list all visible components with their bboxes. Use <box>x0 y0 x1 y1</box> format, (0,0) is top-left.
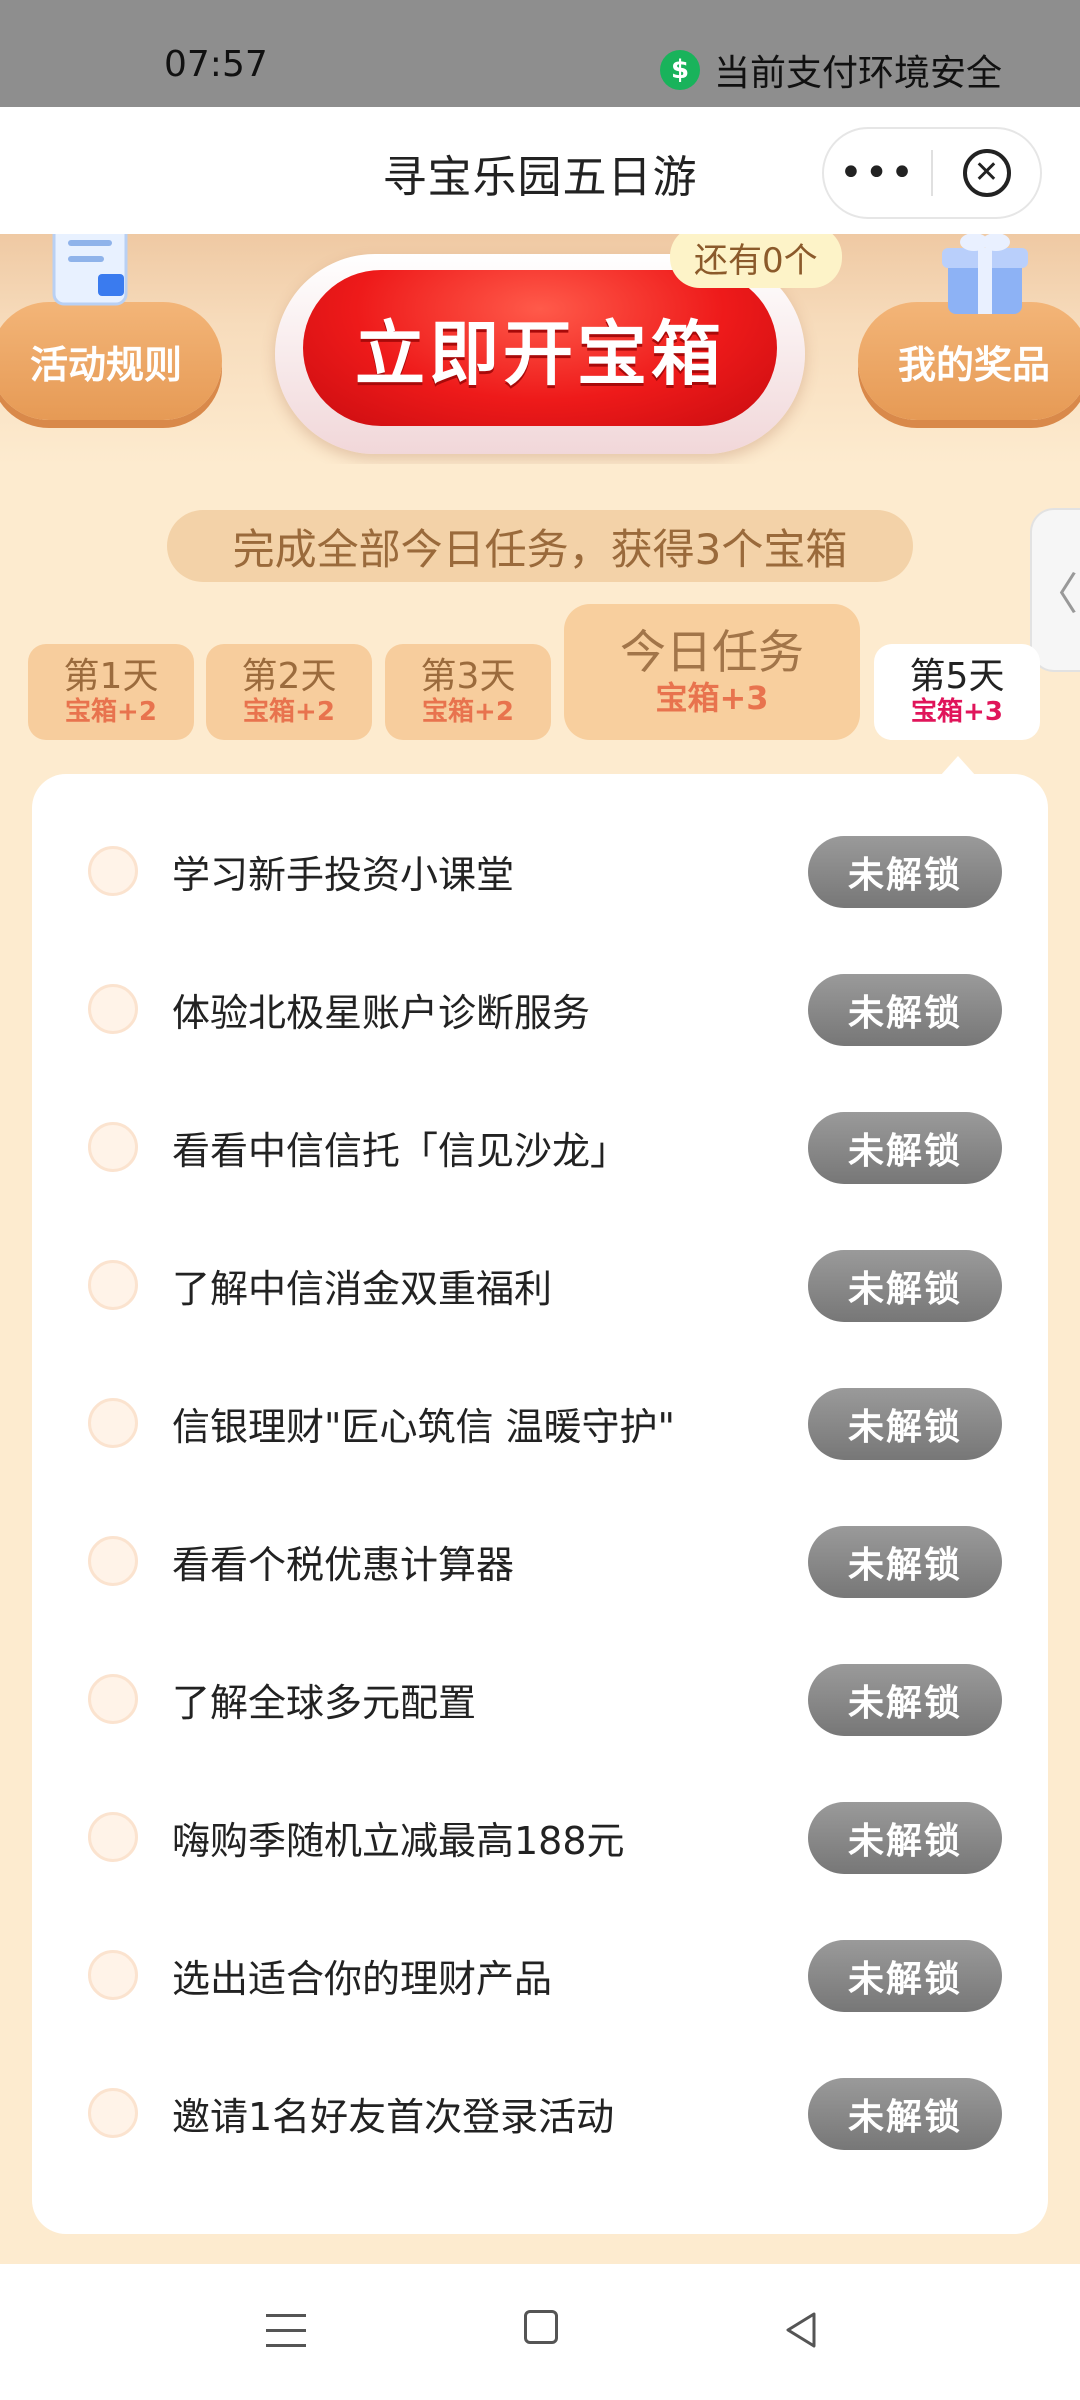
tab-day-5[interactable]: 第5天 宝箱+3 <box>874 644 1040 740</box>
mini-program-capsule: ••• ✕ <box>822 127 1042 219</box>
more-options-icon[interactable]: ••• <box>824 129 931 217</box>
task-status-circle <box>88 1812 138 1862</box>
task-row: 了解全球多元配置 未解锁 <box>32 1632 1048 1770</box>
task-title: 体验北极星账户诊断服务 <box>172 991 591 1035</box>
task-row: 嗨购季随机立减最高188元 未解锁 <box>32 1770 1048 1908</box>
task-locked-button[interactable]: 未解锁 <box>808 1664 1002 1736</box>
remaining-chests-badge: 还有0个 <box>670 234 842 288</box>
task-locked-button[interactable]: 未解锁 <box>808 1250 1002 1322</box>
task-row: 了解中信消金双重福利 未解锁 <box>32 1218 1048 1356</box>
status-bar: 07:57 $ 当前支付环境安全 <box>0 0 1080 107</box>
activity-rules-label: 活动规则 <box>29 342 182 387</box>
task-row: 选出适合你的理财产品 未解锁 <box>32 1908 1048 2046</box>
selected-tab-pointer <box>940 756 976 776</box>
status-time: 07:57 <box>164 44 268 85</box>
tab-day-2[interactable]: 第2天 宝箱+2 <box>206 644 372 740</box>
task-locked-button[interactable]: 未解锁 <box>808 1802 1002 1874</box>
task-locked-button[interactable]: 未解锁 <box>808 1526 1002 1598</box>
task-status-circle <box>88 1950 138 2000</box>
task-title: 嗨购季随机立减最高188元 <box>172 1819 625 1863</box>
tab-today-tasks[interactable]: 今日任务 宝箱+3 <box>564 604 860 740</box>
task-row: 体验北极星账户诊断服务 未解锁 <box>32 942 1048 1080</box>
task-locked-button[interactable]: 未解锁 <box>808 1940 1002 2012</box>
task-title: 信银理财"匠心筑信 温暖守护" <box>172 1405 676 1449</box>
daily-goal-banner: 完成全部今日任务，获得3个宝箱 <box>167 510 913 582</box>
task-title: 了解全球多元配置 <box>172 1681 477 1725</box>
security-shield-icon: $ <box>659 50 700 90</box>
tab-day-1[interactable]: 第1天 宝箱+2 <box>28 644 194 740</box>
task-status-circle <box>88 1536 138 1586</box>
tab-day-3[interactable]: 第3天 宝箱+2 <box>385 644 551 740</box>
hero-banner: 活动规则 立即开宝箱 还有0个 我的奖品 <box>0 234 1080 464</box>
task-status-circle <box>88 1260 138 1310</box>
chevron-left-icon: 〈 <box>1034 569 1078 620</box>
task-row: 看看个税优惠计算器 未解锁 <box>32 1494 1048 1632</box>
task-title: 选出适合你的理财产品 <box>172 1957 553 2001</box>
day-tab-name: 第1天 <box>63 655 159 697</box>
day-tab-bonus: 宝箱+3 <box>911 697 1003 728</box>
day-tab-bonus: 宝箱+2 <box>65 697 157 728</box>
task-title: 了解中信消金双重福利 <box>172 1267 553 1311</box>
side-drawer-tab[interactable]: 〈 <box>1030 508 1080 672</box>
close-icon: ✕ <box>962 149 1011 197</box>
task-locked-button[interactable]: 未解锁 <box>808 836 1002 908</box>
gift-box-icon <box>942 234 1028 314</box>
recent-apps-menu-icon[interactable] <box>266 2314 306 2348</box>
task-list-panel: 学习新手投资小课堂 未解锁 体验北极星账户诊断服务 未解锁 看看中信信托「信见沙… <box>32 774 1048 2234</box>
day-tab-name: 第2天 <box>241 655 337 697</box>
task-row: 邀请1名好友首次登录活动 未解锁 <box>32 2046 1048 2184</box>
home-square-icon[interactable] <box>524 2310 558 2344</box>
security-text: 当前支付环境安全 <box>713 53 1002 94</box>
day-tab-name: 第5天 <box>909 655 1005 697</box>
task-status-circle <box>88 984 138 1034</box>
day-tab-bonus: 宝箱+2 <box>422 697 514 728</box>
day-tab-bonus: 宝箱+3 <box>655 679 769 718</box>
task-row: 信银理财"匠心筑信 温暖守护" 未解锁 <box>32 1356 1048 1494</box>
task-status-circle <box>88 2088 138 2138</box>
task-status-circle <box>88 1398 138 1448</box>
task-locked-button[interactable]: 未解锁 <box>808 2078 1002 2150</box>
back-triangle-icon[interactable] <box>780 2308 824 2352</box>
task-row: 看看中信信托「信见沙龙」 未解锁 <box>32 1080 1048 1218</box>
task-title: 看看个税优惠计算器 <box>172 1543 515 1587</box>
open-chest-button[interactable]: 立即开宝箱 <box>303 270 777 426</box>
task-title: 学习新手投资小课堂 <box>172 853 515 897</box>
system-navigation-bar <box>0 2264 1080 2400</box>
payment-security-indicator: $ 当前支付环境安全 <box>659 44 1002 96</box>
task-title: 邀请1名好友首次登录活动 <box>172 2095 615 2139</box>
close-button[interactable]: ✕ <box>933 129 1040 217</box>
mini-program-title-bar: 寻宝乐园五日游 ••• ✕ <box>0 107 1080 234</box>
task-status-circle <box>88 846 138 896</box>
day-tab-bonus: 宝箱+2 <box>243 697 335 728</box>
day-tab-name: 第3天 <box>420 655 516 697</box>
day-tab-name: 今日任务 <box>620 625 804 680</box>
rules-document-icon <box>52 234 128 306</box>
task-locked-button[interactable]: 未解锁 <box>808 1388 1002 1460</box>
task-status-circle <box>88 1122 138 1172</box>
my-prizes-label: 我的奖品 <box>897 342 1050 387</box>
page-bottom-background <box>0 2234 1080 2264</box>
task-locked-button[interactable]: 未解锁 <box>808 974 1002 1046</box>
task-locked-button[interactable]: 未解锁 <box>808 1112 1002 1184</box>
task-row: 学习新手投资小课堂 未解锁 <box>32 804 1048 942</box>
task-status-circle <box>88 1674 138 1724</box>
task-title: 看看中信信托「信见沙龙」 <box>172 1129 629 1173</box>
